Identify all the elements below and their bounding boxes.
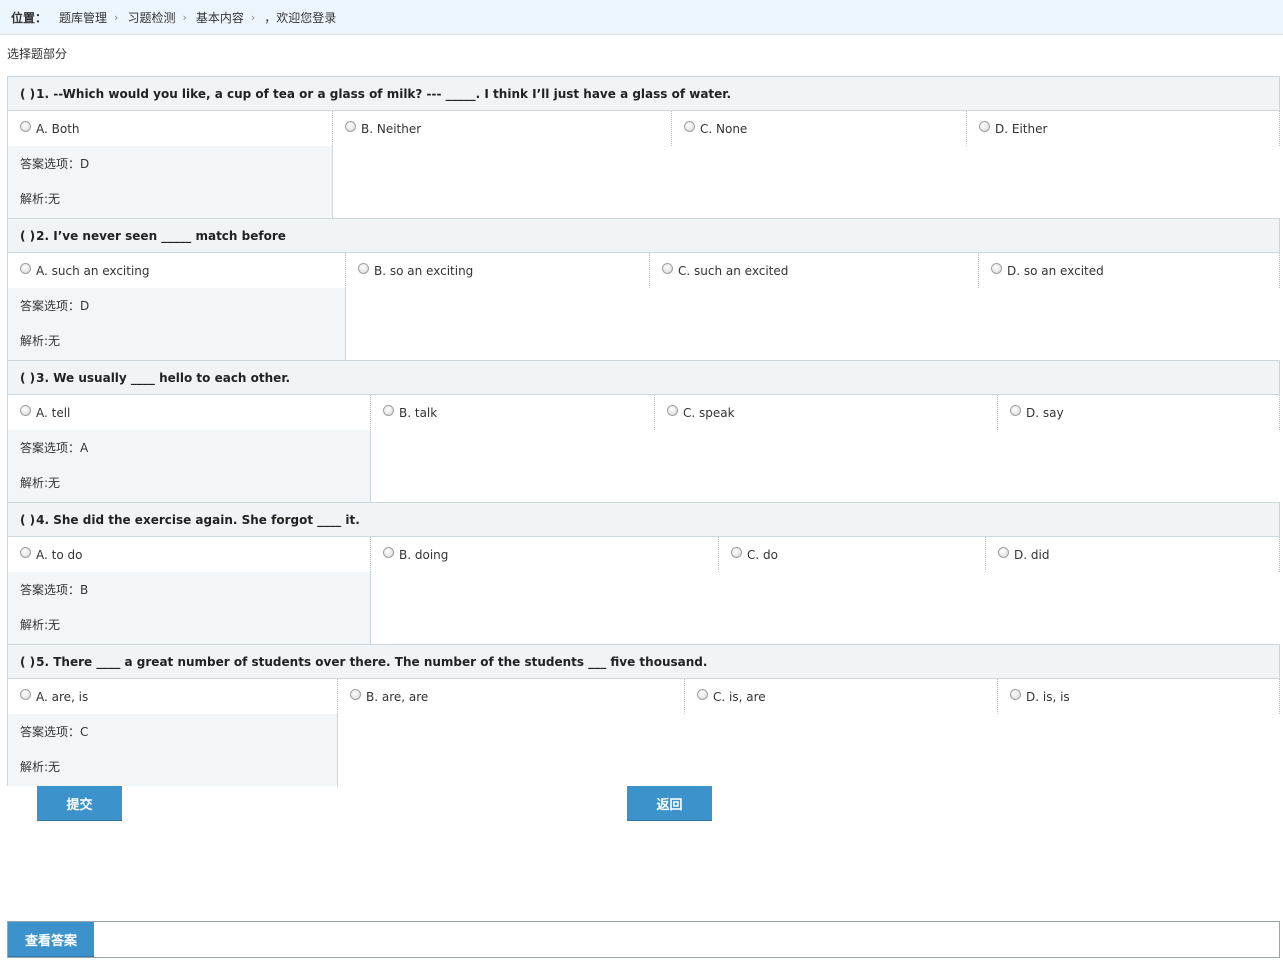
section-title: 选择题部分 (7, 47, 68, 61)
question-item: ( ) 5. There ____ a great number of stude… (7, 644, 1280, 786)
option-row: A. to do B. doing C. do D. did (7, 537, 1280, 572)
option-a[interactable]: A. Both (7, 111, 333, 146)
welcome-text: ，欢迎您登录 (264, 10, 337, 25)
question-title: ( ) 5. There ____ a great number of stude… (7, 644, 1280, 679)
option-b[interactable]: B. so an exciting (346, 253, 650, 288)
option-c[interactable]: C. None (672, 111, 967, 146)
radio-button[interactable] (1010, 689, 1021, 700)
question-title: ( ) 1. --Which would you like, a cup of t… (7, 76, 1280, 111)
radio-button[interactable] (662, 263, 673, 274)
radio-button[interactable] (345, 121, 356, 132)
question-item: ( ) 4. She did the exercise again. She fo… (7, 502, 1280, 644)
option-d[interactable]: D. did (986, 537, 1280, 572)
question-title: ( ) 2. I’ve never seen _____ match before (7, 218, 1280, 253)
radio-button[interactable] (697, 689, 708, 700)
back-button[interactable]: 返回 (627, 786, 712, 821)
breadcrumb-label: 位置： (11, 10, 48, 25)
breadcrumb-item-question-bank[interactable]: 题库管理 (59, 9, 107, 26)
option-row: A. tell B. talk C. speak D. say (7, 395, 1280, 430)
submit-button[interactable]: 提交 (37, 786, 122, 821)
option-d[interactable]: D. Either (967, 111, 1280, 146)
chevron-right-icon: › (250, 10, 256, 24)
option-a[interactable]: A. are, is (7, 679, 338, 714)
analysis-text: 解析:无 (20, 618, 61, 632)
breadcrumb-item-basic-content[interactable]: 基本内容 (196, 9, 244, 26)
option-a[interactable]: A. tell (7, 395, 371, 430)
option-c[interactable]: C. such an excited (650, 253, 979, 288)
radio-button[interactable] (383, 547, 394, 558)
answer-panel: 答案选项：D 解析:无 (7, 146, 333, 218)
radio-button[interactable] (20, 263, 31, 274)
radio-button[interactable] (1010, 405, 1021, 416)
option-c[interactable]: C. speak (655, 395, 998, 430)
answer-panel: 答案选项：C 解析:无 (7, 714, 338, 786)
option-row: A. are, is B. are, are C. is, are D. is,… (7, 679, 1280, 714)
radio-button[interactable] (358, 263, 369, 274)
radio-button[interactable] (991, 263, 1002, 274)
option-d[interactable]: D. is, is (998, 679, 1280, 714)
radio-button[interactable] (20, 689, 31, 700)
option-a[interactable]: A. such an exciting (7, 253, 346, 288)
breadcrumb: 位置： 题库管理 › 习题检测 › 基本内容 › ，欢迎您登录 (0, 0, 1283, 35)
answer-text: 答案选项：A (20, 441, 89, 455)
view-answer-button[interactable]: 查看答案 (8, 922, 94, 957)
answer-text: 答案选项：D (20, 157, 90, 171)
question-list: ( ) 1. --Which would you like, a cup of t… (7, 76, 1280, 786)
radio-button[interactable] (684, 121, 695, 132)
radio-button[interactable] (350, 689, 361, 700)
answer-text: 答案选项：D (20, 299, 90, 313)
option-row: A. such an exciting B. so an exciting C.… (7, 253, 1280, 288)
answer-panel: 答案选项：D 解析:无 (7, 288, 346, 360)
question-title: ( ) 3. We usually ____ hello to each othe… (7, 360, 1280, 395)
question-item: ( ) 2. I’ve never seen _____ match before… (7, 218, 1280, 360)
answer-panel: 答案选项：A 解析:无 (7, 430, 371, 502)
analysis-text: 解析:无 (20, 760, 61, 774)
option-d[interactable]: D. so an excited (979, 253, 1280, 288)
option-b[interactable]: B. Neither (333, 111, 672, 146)
answer-toolbar: 查看答案 (7, 921, 1280, 958)
option-c[interactable]: C. do (719, 537, 986, 572)
option-d[interactable]: D. say (998, 395, 1280, 430)
radio-button[interactable] (979, 121, 990, 132)
analysis-text: 解析:无 (20, 334, 61, 348)
answer-text: 答案选项：B (20, 583, 89, 597)
option-c[interactable]: C. is, are (685, 679, 998, 714)
question-item: ( ) 1. --Which would you like, a cup of t… (7, 76, 1280, 218)
option-b[interactable]: B. talk (371, 395, 655, 430)
answer-panel: 答案选项：B 解析:无 (7, 572, 371, 644)
radio-button[interactable] (383, 405, 394, 416)
question-item: ( ) 3. We usually ____ hello to each othe… (7, 360, 1280, 502)
radio-button[interactable] (20, 405, 31, 416)
option-b[interactable]: B. doing (371, 537, 719, 572)
radio-button[interactable] (731, 547, 742, 558)
analysis-text: 解析:无 (20, 192, 61, 206)
radio-button[interactable] (667, 405, 678, 416)
chevron-right-icon: › (182, 10, 187, 24)
breadcrumb-item-exercise-check[interactable]: 习题检测 (127, 9, 175, 26)
analysis-text: 解析:无 (20, 476, 61, 490)
radio-button[interactable] (998, 547, 1009, 558)
answer-text: 答案选项：C (20, 725, 89, 739)
radio-button[interactable] (20, 121, 31, 132)
radio-button[interactable] (20, 547, 31, 558)
chevron-right-icon: › (114, 10, 119, 24)
option-b[interactable]: B. are, are (338, 679, 685, 714)
option-row: A. Both B. Neither C. None D. Either (7, 111, 1280, 146)
question-title: ( ) 4. She did the exercise again. She fo… (7, 502, 1280, 537)
option-a[interactable]: A. to do (7, 537, 371, 572)
